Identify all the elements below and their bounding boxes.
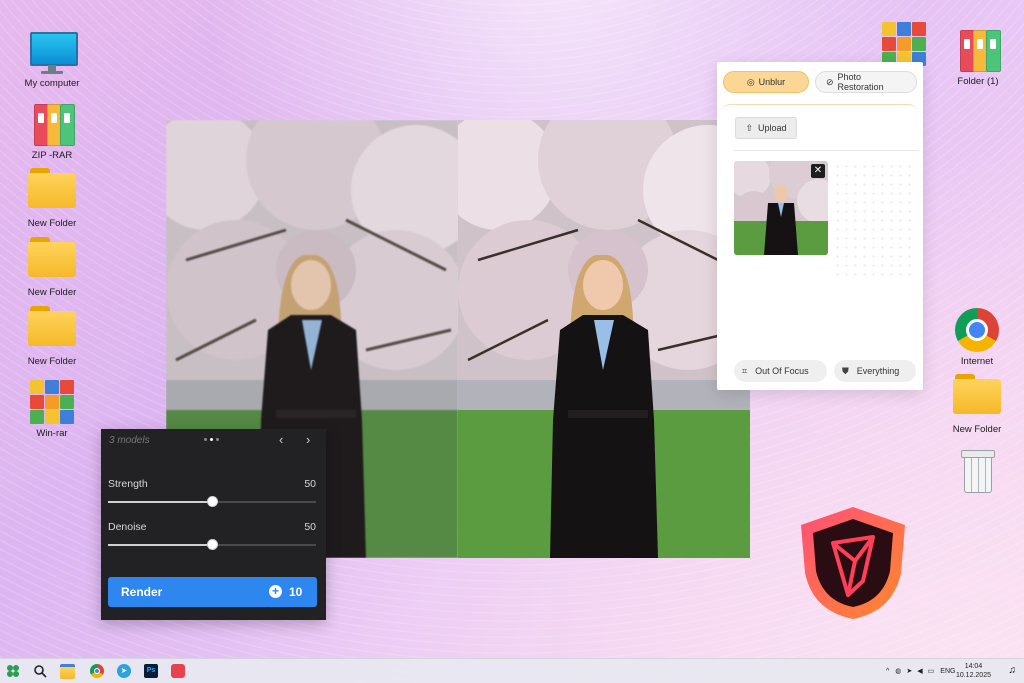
clock-time: 14:04 — [964, 663, 983, 670]
denoise-row: Denoise 50 — [108, 521, 316, 533]
strength-label: Strength — [108, 478, 148, 490]
network-icon[interactable]: ◍ — [895, 667, 901, 675]
battery-icon[interactable]: ▭ — [928, 667, 935, 675]
chip-everything-label: Everything — [856, 366, 900, 376]
tab-unblur-label: Unblur — [758, 77, 786, 87]
shield-icon: ⛊ — [842, 365, 849, 376]
desktop-icon-new-folder-3[interactable]: New Folder — [14, 306, 90, 367]
render-button[interactable]: Render + 10 — [108, 577, 317, 607]
taskbar: ➤ Ps ^ ◍ ➤ ◀ ▭ ENG 14:04 10.12.2025 ♫ — [0, 658, 1024, 683]
strength-row: Strength 50 — [108, 478, 316, 490]
chip-everything[interactable]: ⛊ Everything — [834, 360, 916, 382]
chevron-up-icon[interactable]: ^ — [886, 668, 889, 675]
desktop-icon-label: New Folder — [27, 218, 77, 229]
speaker-icon[interactable]: ◀ — [917, 667, 922, 675]
close-icon[interactable]: ✕ — [811, 164, 825, 178]
language-indicator[interactable]: ENG — [940, 668, 955, 675]
start-icon — [7, 665, 19, 677]
tab-unblur[interactable]: ◎ Unblur — [723, 71, 809, 93]
denoise-value: 50 — [304, 521, 316, 533]
tab-photo-restoration[interactable]: ⊘ Photo Restoration — [815, 71, 917, 93]
start-button[interactable] — [4, 662, 22, 680]
taskbar-explorer[interactable] — [58, 662, 76, 680]
chevron-left-icon[interactable]: ‹ — [279, 432, 283, 447]
folder-icon — [28, 237, 76, 285]
desktop-icon-new-folder-2[interactable]: New Folder — [14, 237, 90, 298]
desktop-icon-recycle-bin[interactable] — [939, 446, 1015, 496]
desktop-icon-label: New Folder — [27, 356, 77, 367]
desktop-icon-label: Folder (1) — [957, 76, 999, 87]
desktop-icon-folder-1[interactable]: Folder (1) — [940, 26, 1016, 87]
restoration-icon: ⊘ — [826, 76, 834, 87]
focus-icon: ⌗ — [742, 365, 748, 376]
taskbar-telegram[interactable]: ➤ — [115, 662, 133, 680]
upload-button[interactable]: ⇧ Upload — [735, 117, 797, 139]
photo-after-sharp — [438, 120, 750, 558]
taskbar-search[interactable] — [31, 662, 49, 680]
winrar-icon — [880, 20, 928, 68]
recycle-bin-icon — [953, 446, 1001, 494]
credits-plus-icon: + — [269, 585, 282, 598]
divider — [734, 150, 919, 151]
chrome-icon — [953, 306, 1001, 354]
upload-label: Upload — [758, 123, 787, 133]
denoise-slider[interactable] — [108, 539, 316, 550]
desktop-icon-label: My computer — [24, 78, 80, 89]
system-tray: ^ ◍ ➤ ◀ ▭ ENG — [886, 659, 955, 683]
panel-header: 3 models ‹ › — [101, 429, 326, 451]
chevron-right-icon[interactable]: › — [306, 432, 310, 447]
carousel-dots[interactable] — [204, 438, 219, 441]
chrome-icon — [90, 664, 104, 678]
strength-slider[interactable] — [108, 496, 316, 507]
taskbar-chrome[interactable] — [88, 662, 106, 680]
photoshop-icon: Ps — [144, 664, 158, 678]
render-label: Render — [121, 585, 163, 599]
winrar-icon — [28, 378, 76, 426]
computer-icon — [28, 28, 78, 76]
desktop-icon-win-rar[interactable]: Win-rar — [14, 378, 90, 439]
folder-icon — [28, 306, 76, 354]
file-explorer-icon — [59, 663, 75, 679]
unblur-panel: ◎ Unblur ⊘ Photo Restoration ⇧ Upload ✕ … — [717, 62, 923, 390]
render-cost: 10 — [289, 585, 303, 599]
desktop-icon-label: ZIP -RAR — [31, 150, 73, 161]
desktop-icon-zip-rar[interactable]: ZIP -RAR — [14, 100, 90, 161]
clock-date: 10.12.2025 — [955, 672, 991, 679]
app-logo — [793, 503, 913, 623]
binders-icon — [28, 100, 76, 148]
notification-bell-icon[interactable]: ♫ — [1009, 665, 1017, 676]
folder-icon — [953, 374, 1001, 422]
folder-icon — [28, 168, 76, 216]
desktop-icon-label: New Folder — [27, 287, 77, 298]
telegram-icon: ➤ — [117, 664, 131, 678]
desktop-icon-label: Internet — [960, 356, 994, 367]
tab-photo-restoration-label: Photo Restoration — [837, 72, 884, 92]
desktop-icon-label: New Folder — [952, 424, 1002, 435]
chip-out-of-focus[interactable]: ⌗ Out Of Focus — [734, 360, 827, 382]
slider-handle[interactable] — [207, 539, 218, 550]
desktop-icon-new-folder-1[interactable]: New Folder — [14, 168, 90, 229]
models-count-label: 3 models — [109, 434, 150, 446]
desktop-icon-my-computer[interactable]: My computer — [14, 28, 90, 89]
upload-icon: ⇧ — [745, 122, 753, 133]
chip-out-of-focus-label: Out Of Focus — [755, 366, 809, 376]
clock[interactable]: 14:04 10.12.2025 — [956, 662, 991, 680]
slider-handle[interactable] — [207, 496, 218, 507]
unblur-icon: ◎ — [746, 76, 755, 87]
strength-value: 50 — [304, 478, 316, 490]
telegram-tray-icon[interactable]: ➤ — [906, 667, 912, 675]
desktop-icon-label: Win-rar — [36, 428, 68, 439]
taskbar-photoshop[interactable]: Ps — [142, 662, 160, 680]
dot-pattern — [833, 162, 917, 282]
model-settings-panel: 3 models ‹ › Strength 50 Denoise 50 Rend… — [101, 429, 326, 620]
desktop-icon-internet[interactable]: Internet — [939, 306, 1015, 367]
taskbar-app[interactable] — [169, 662, 187, 680]
desktop-icon-new-folder-right[interactable]: New Folder — [939, 374, 1015, 435]
search-icon — [34, 665, 47, 678]
binders-icon — [954, 26, 1002, 74]
app-taskbar-icon — [171, 664, 185, 678]
denoise-label: Denoise — [108, 521, 147, 533]
